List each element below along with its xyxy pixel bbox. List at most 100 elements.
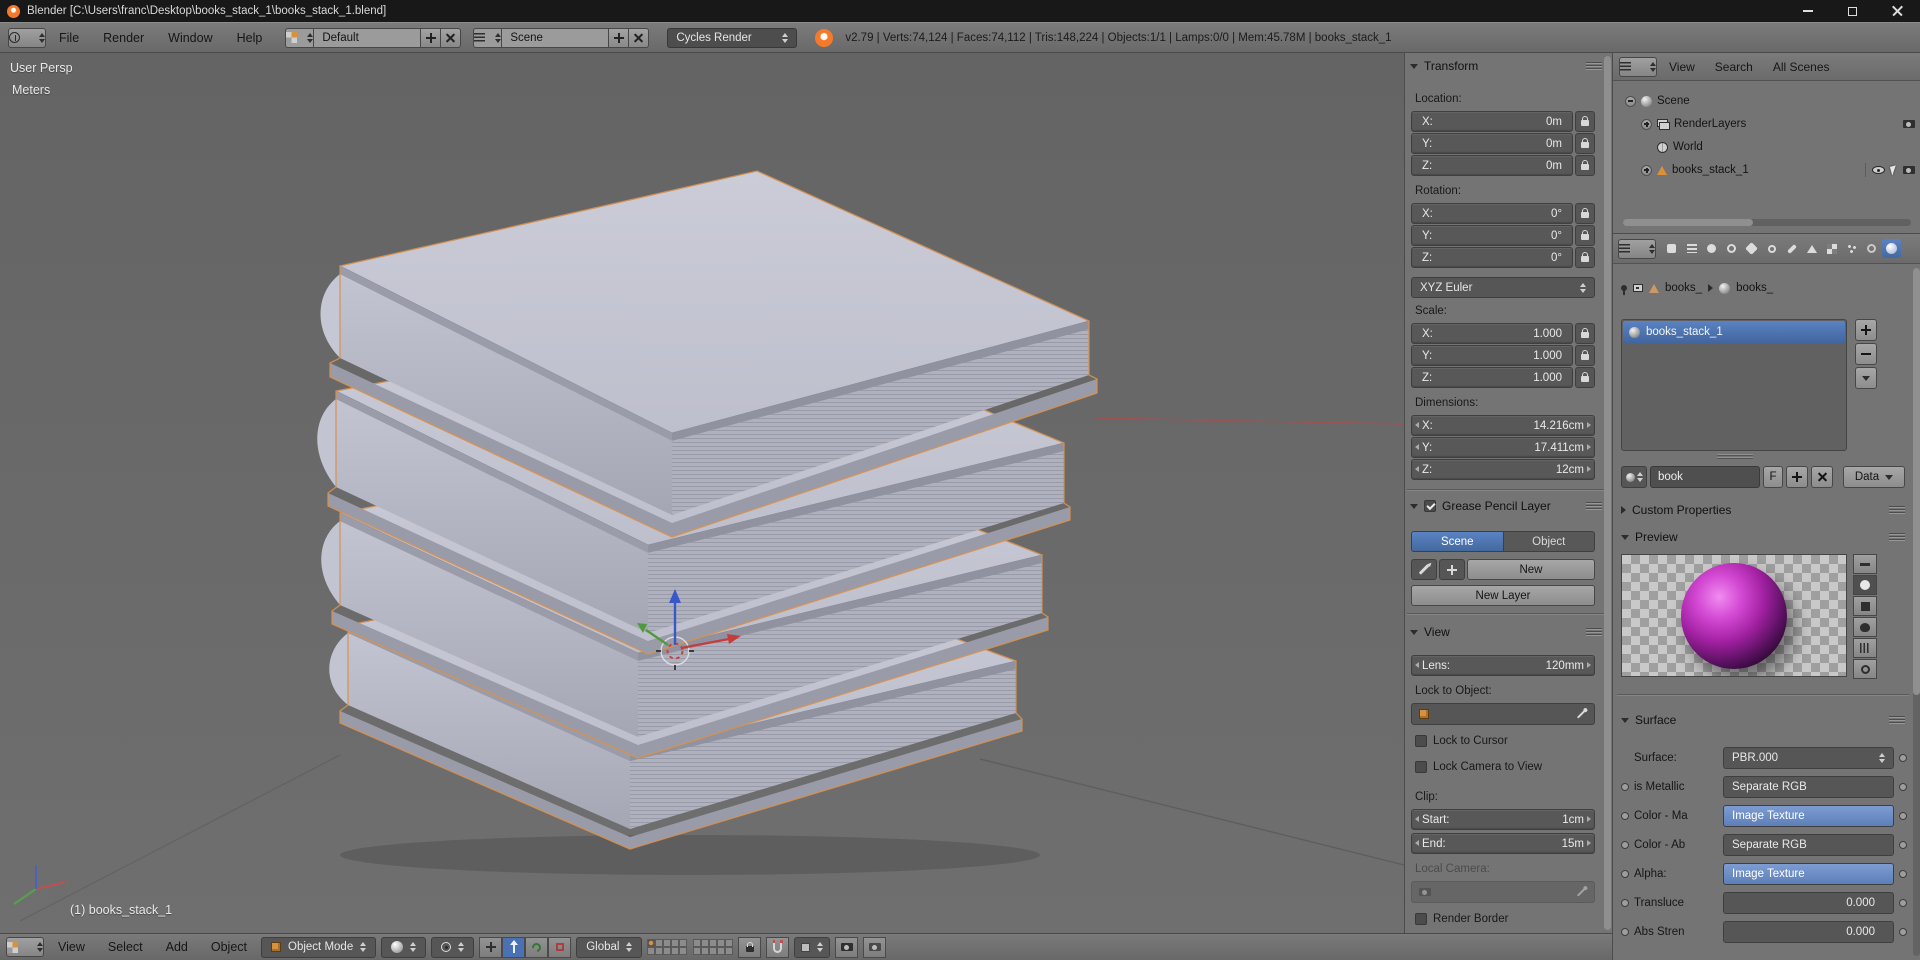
- breadcrumb-object[interactable]: books_: [1665, 282, 1702, 294]
- scale-y-field[interactable]: Y: 1.000: [1411, 345, 1573, 366]
- properties-editor-selector[interactable]: [1618, 238, 1656, 259]
- delete-screen-button[interactable]: [441, 27, 462, 48]
- material-tab-icon[interactable]: [1882, 239, 1901, 258]
- layer-toggle[interactable]: [701, 939, 710, 947]
- remove-slot-button[interactable]: [1855, 343, 1877, 365]
- screen-layout-field[interactable]: Default: [313, 27, 422, 48]
- menu-add[interactable]: Add: [157, 940, 197, 954]
- tab-object[interactable]: Object: [1503, 531, 1595, 552]
- layer-toggle[interactable]: [671, 947, 680, 955]
- list-resize-grip[interactable]: [1717, 454, 1753, 460]
- alpha-dropdown[interactable]: Image Texture: [1723, 863, 1894, 885]
- layer-toggle[interactable]: [717, 939, 726, 947]
- material-slot-list[interactable]: books_stack_1: [1621, 319, 1847, 451]
- object-tab-icon[interactable]: [1742, 239, 1761, 258]
- close-button[interactable]: [1875, 0, 1920, 22]
- 3d-viewport[interactable]: User Persp Meters (1) books_stack_1: [0, 53, 1612, 933]
- layer-toggle[interactable]: [709, 939, 718, 947]
- lock-rotation-z-button[interactable]: [1575, 247, 1595, 268]
- menu-object[interactable]: Object: [202, 940, 256, 954]
- material-name-field[interactable]: book: [1650, 466, 1760, 488]
- custom-properties-panel-header[interactable]: Custom Properties: [1621, 501, 1905, 519]
- rotate-manipulator-button[interactable]: [525, 936, 549, 958]
- rotation-x-field[interactable]: X: 0°: [1411, 203, 1573, 224]
- layer-toggle[interactable]: [693, 947, 702, 955]
- properties-scrollbar[interactable]: [1913, 268, 1920, 956]
- preview-monkey-button[interactable]: [1853, 617, 1877, 637]
- scene-name-field[interactable]: Scene: [501, 27, 610, 48]
- world-tab-icon[interactable]: [1722, 239, 1741, 258]
- viewport-shading-dropdown[interactable]: [381, 936, 427, 958]
- material-slot-selected[interactable]: books_stack_1: [1623, 321, 1845, 343]
- visibility-eye-icon[interactable]: [1872, 166, 1885, 174]
- lock-rotation-x-button[interactable]: [1575, 203, 1595, 224]
- snap-element-dropdown[interactable]: [794, 936, 831, 958]
- snap-toggle-button[interactable]: [766, 936, 790, 958]
- object-data-tab-icon[interactable]: [1802, 239, 1821, 258]
- layer-toggle[interactable]: [701, 947, 710, 955]
- menu-render[interactable]: Render: [92, 23, 155, 52]
- preview-flat-button[interactable]: [1853, 554, 1877, 574]
- viewport-editor-selector[interactable]: [6, 937, 44, 957]
- renderability-camera-icon[interactable]: [1903, 166, 1915, 174]
- render-layers-tab-icon[interactable]: [1682, 239, 1701, 258]
- panel-grip-icon[interactable]: [1889, 715, 1905, 725]
- new-material-button[interactable]: [1786, 466, 1808, 488]
- data-toggle-button[interactable]: Data: [1843, 466, 1905, 488]
- grease-pencil-checkbox[interactable]: [1424, 500, 1436, 512]
- mode-dropdown[interactable]: Object Mode: [261, 936, 377, 958]
- preview-hair-button[interactable]: [1853, 638, 1877, 658]
- location-z-field[interactable]: Z: 0m: [1411, 155, 1573, 176]
- layer-toggle[interactable]: [679, 939, 688, 947]
- scale-z-field[interactable]: Z: 1.000: [1411, 367, 1573, 388]
- panel-grip-icon[interactable]: [1586, 61, 1602, 71]
- selectability-pointer-icon[interactable]: [1889, 164, 1899, 176]
- dimension-x-field[interactable]: X: 14.216cm: [1411, 415, 1595, 436]
- dimension-y-field[interactable]: Y: 17.411cm: [1411, 437, 1595, 458]
- render-engine-dropdown[interactable]: Cycles Render: [667, 27, 798, 48]
- outliner-menu-search[interactable]: Search: [1707, 60, 1761, 74]
- lock-camera-checkbox[interactable]: [1415, 761, 1427, 773]
- lock-scale-x-button[interactable]: [1575, 323, 1595, 344]
- editor-type-selector[interactable]: [8, 27, 46, 48]
- color-ma-dropdown[interactable]: Image Texture: [1723, 805, 1894, 827]
- panel-grip-icon[interactable]: [1586, 627, 1602, 637]
- location-x-field[interactable]: X: 0m: [1411, 111, 1573, 132]
- delete-scene-button[interactable]: [629, 27, 650, 48]
- rotation-mode-dropdown[interactable]: XYZ Euler: [1411, 277, 1595, 298]
- expand-expander-icon[interactable]: [1641, 118, 1652, 130]
- clip-start-field[interactable]: Start: 1cm: [1411, 809, 1595, 830]
- local-camera-field[interactable]: [1411, 881, 1595, 903]
- pin-icon[interactable]: [1621, 285, 1627, 295]
- lock-location-y-button[interactable]: [1575, 133, 1595, 154]
- clip-end-field[interactable]: End: 15m: [1411, 833, 1595, 854]
- grease-pencil-panel-header[interactable]: Grease Pencil Layer: [1410, 497, 1602, 515]
- nodes-icon[interactable]: [1633, 284, 1643, 292]
- outliner-filter-dropdown[interactable]: All Scenes: [1765, 60, 1838, 74]
- preview-panel-header[interactable]: Preview: [1621, 528, 1905, 546]
- render-tab-icon[interactable]: [1662, 239, 1681, 258]
- lock-location-x-button[interactable]: [1575, 111, 1595, 132]
- lock-location-z-button[interactable]: [1575, 155, 1595, 176]
- pivot-point-dropdown[interactable]: [431, 936, 475, 958]
- lock-scale-y-button[interactable]: [1575, 345, 1595, 366]
- abs-strength-field[interactable]: 0.000: [1723, 921, 1894, 943]
- surface-panel-header[interactable]: Surface: [1621, 711, 1905, 729]
- fake-user-button[interactable]: F: [1763, 466, 1783, 488]
- browse-material-button[interactable]: [1621, 466, 1647, 488]
- preview-cube-button[interactable]: [1853, 596, 1877, 616]
- outliner-item-world[interactable]: World: [1641, 137, 1919, 157]
- transform-orientation-dropdown[interactable]: Global: [576, 936, 643, 958]
- layer-toggle[interactable]: [663, 947, 672, 955]
- viewport-canvas[interactable]: [0, 53, 1612, 933]
- menu-view[interactable]: View: [49, 940, 94, 954]
- menu-help[interactable]: Help: [226, 23, 274, 52]
- physics-tab-icon[interactable]: [1862, 239, 1881, 258]
- slot-specials-button[interactable]: [1855, 367, 1877, 389]
- scene-tab-icon[interactable]: [1702, 239, 1721, 258]
- maximize-button[interactable]: [1830, 0, 1875, 22]
- layer-toggle[interactable]: [655, 939, 664, 947]
- lens-field[interactable]: Lens: 120mm: [1411, 655, 1595, 676]
- expand-expander-icon[interactable]: [1641, 164, 1652, 176]
- panel-grip-icon[interactable]: [1889, 505, 1905, 515]
